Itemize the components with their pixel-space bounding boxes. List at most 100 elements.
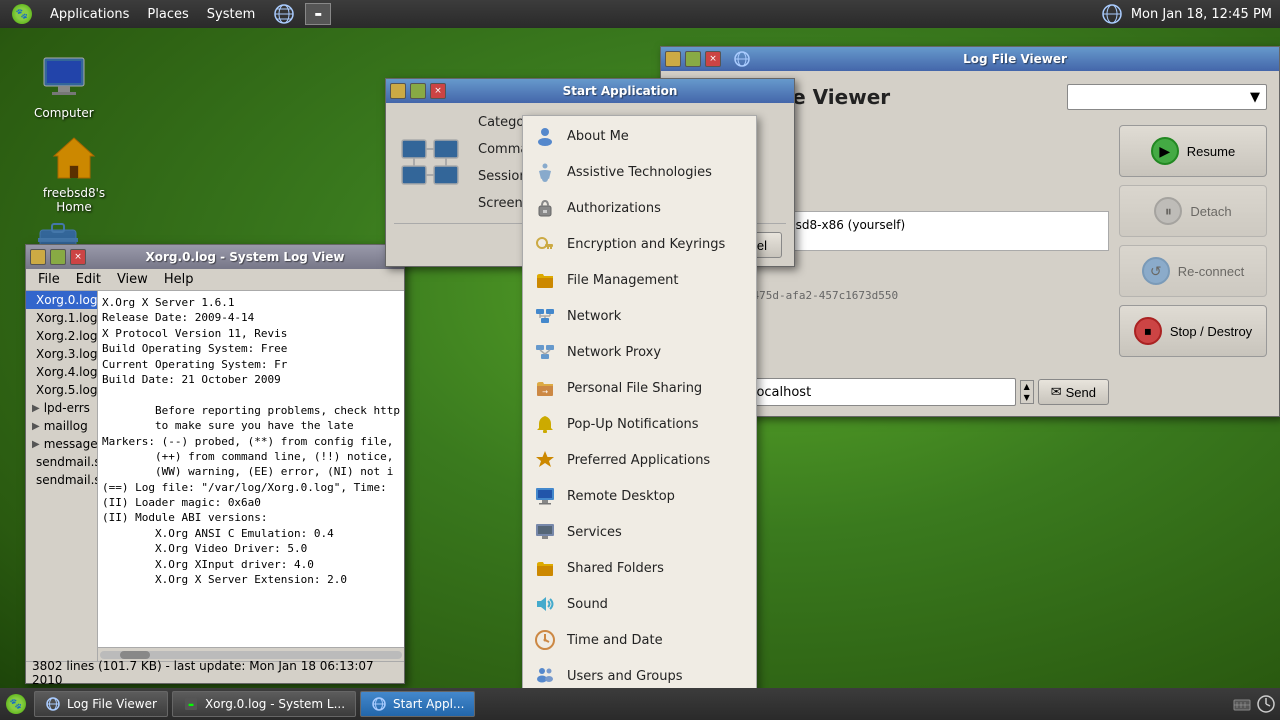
syslog-close-btn[interactable]: ×	[70, 249, 86, 265]
logfile-minimize-btn[interactable]	[665, 51, 681, 67]
menu-item-time-and-date[interactable]: Time and Date	[523, 622, 756, 658]
gnome-menu-button[interactable]: 🐾	[4, 2, 40, 26]
menu-item-shared-folders[interactable]: Shared Folders	[523, 550, 756, 586]
terminal-button[interactable]: ▬	[305, 3, 331, 25]
syslog-file-xorg5[interactable]: Xorg.5.log	[26, 381, 97, 399]
menu-item-network[interactable]: Network	[523, 298, 756, 334]
globe-icon	[273, 3, 295, 25]
menu-item-preferred-applications[interactable]: Preferred Applications	[523, 442, 756, 478]
syslog-help-menu[interactable]: Help	[156, 272, 202, 287]
syslog-status-text: 3802 lines (101.7 KB) - last update: Mon…	[32, 659, 398, 687]
logfile-close-btn[interactable]: ×	[705, 51, 721, 67]
home-desktop-icon[interactable]: freebsd8's Home	[30, 130, 118, 218]
start-app-icon-area	[398, 131, 462, 195]
start-app-icon-svg	[398, 136, 462, 190]
syslog-statusbar: 3802 lines (101.7 KB) - last update: Mon…	[26, 661, 404, 683]
start-app-title: Start Application	[450, 84, 790, 98]
menu-item-popup-notifications[interactable]: Pop-Up Notifications	[523, 406, 756, 442]
menu-item-file-management[interactable]: File Management	[523, 262, 756, 298]
menu-item-remote-desktop[interactable]: Remote Desktop	[523, 478, 756, 514]
menu-item-assistive-tech[interactable]: Assistive Technologies	[523, 154, 756, 190]
menu-item-personal-file-sharing[interactable]: → Personal File Sharing	[523, 370, 756, 406]
syslog-content: Xorg.0.log Xorg.1.log Xorg.2.log Xorg.3.…	[26, 291, 404, 661]
stop-destroy-button[interactable]: ⏹ Stop / Destroy	[1119, 305, 1267, 357]
syslog-window: × Xorg.0.log - System Log View File Edit…	[25, 244, 405, 684]
computer-icon-img	[40, 54, 88, 102]
syslog-text-content: X.Org X Server 1.6.1 Release Date: 2009-…	[98, 291, 404, 647]
time-and-date-icon	[533, 628, 557, 652]
syslog-file-xorg4[interactable]: Xorg.4.log	[26, 363, 97, 381]
personal-file-sharing-icon: →	[533, 376, 557, 400]
start-app-close-btn[interactable]: ×	[430, 83, 446, 99]
syslog-file-lpd[interactable]: ▶ lpd-errs	[26, 399, 97, 417]
menu-item-encryption[interactable]: Encryption and Keyrings	[523, 226, 756, 262]
shared-folders-icon	[533, 556, 557, 580]
menu-item-about-me[interactable]: About Me	[523, 118, 756, 154]
syslog-file-xorg3[interactable]: Xorg.3.log	[26, 345, 97, 363]
syslog-edit-menu[interactable]: Edit	[68, 272, 109, 287]
computer-desktop-icon[interactable]: Computer	[30, 50, 98, 124]
system-menu[interactable]: System	[199, 5, 263, 24]
menu-item-services[interactable]: Services	[523, 514, 756, 550]
syslog-minimize-btn[interactable]	[30, 249, 46, 265]
sound-icon	[533, 592, 557, 616]
places-menu[interactable]: Places	[139, 5, 196, 24]
logfile-spin-control[interactable]: ▲ ▼	[1020, 380, 1034, 404]
logfile-window-icon	[733, 50, 751, 68]
logfile-profile-dropdown[interactable]: ▼	[1067, 84, 1267, 110]
network-icon[interactable]	[265, 1, 303, 27]
syslog-title: Xorg.0.log - System Log View	[90, 250, 400, 264]
spin-down-icon[interactable]: ▼	[1021, 392, 1033, 403]
network-proxy-icon	[533, 340, 557, 364]
syslog-titlebar: × Xorg.0.log - System Log View	[26, 245, 404, 269]
taskbar-xorglog-btn[interactable]: ▬ Xorg.0.log - System L...	[172, 691, 356, 717]
start-app-minimize-btn[interactable]	[390, 83, 406, 99]
resume-icon: ▶	[1151, 137, 1179, 165]
top-panel-left: 🐾 Applications Places System ▬	[0, 1, 331, 27]
syslog-file-xorg1[interactable]: Xorg.1.log	[26, 309, 97, 327]
file-management-icon	[533, 268, 557, 292]
applications-menu[interactable]: Applications	[42, 5, 137, 24]
remote-desktop-icon	[533, 484, 557, 508]
syslog-file-xorg0[interactable]: Xorg.0.log	[26, 291, 97, 309]
taskbar-layout-icon[interactable]	[1232, 694, 1252, 714]
syslog-file-xorg2[interactable]: Xorg.2.log	[26, 327, 97, 345]
syslog-filelist[interactable]: Xorg.0.log Xorg.1.log Xorg.2.log Xorg.3.…	[26, 291, 98, 661]
taskbar-startapp-btn[interactable]: Start Appl...	[360, 691, 475, 717]
spin-up-icon[interactable]: ▲	[1021, 381, 1033, 392]
authorizations-icon	[533, 196, 557, 220]
keyboard-layout-icon	[1232, 694, 1252, 714]
syslog-file-menu[interactable]: File	[30, 272, 68, 287]
syslog-file-sendmail1[interactable]: sendmail.st.1	[26, 471, 97, 489]
top-panel: 🐾 Applications Places System ▬	[0, 0, 1280, 28]
syslog-file-messages[interactable]: ▶ messages	[26, 435, 97, 453]
detach-icon: ⏸	[1154, 197, 1182, 225]
syslog-file-sendmail0[interactable]: sendmail.st.0	[26, 453, 97, 471]
about-me-icon	[533, 124, 557, 148]
syslog-maximize-btn[interactable]	[50, 249, 66, 265]
services-icon	[533, 520, 557, 544]
send-button[interactable]: ✉ Send	[1038, 379, 1109, 405]
home-icon-img	[50, 134, 98, 182]
top-panel-right: Mon Jan 18, 12:45 PM	[1101, 3, 1280, 25]
logfile-maximize-btn[interactable]	[685, 51, 701, 67]
menu-item-authorizations[interactable]: Authorizations	[523, 190, 756, 226]
computer-icon-label: Computer	[34, 106, 94, 120]
menu-item-network-proxy[interactable]: Network Proxy	[523, 334, 756, 370]
detach-button[interactable]: ⏸ Detach	[1119, 185, 1267, 237]
reconnect-button[interactable]: ↺ Re-connect	[1119, 245, 1267, 297]
taskbar-gnome-icon: 🐾	[6, 694, 26, 714]
stop-icon: ⏹	[1134, 317, 1162, 345]
syslog-view-menu[interactable]: View	[109, 272, 156, 287]
taskbar-start-icon[interactable]: 🐾	[4, 692, 28, 716]
encryption-icon	[533, 232, 557, 256]
users-and-groups-icon	[533, 664, 557, 688]
taskbar-time-icon[interactable]	[1256, 694, 1276, 714]
network-status-icon	[1101, 3, 1123, 25]
start-app-maximize-btn[interactable]	[410, 83, 426, 99]
syslog-file-maillog[interactable]: ▶ maillog	[26, 417, 97, 435]
menu-item-sound[interactable]: Sound	[523, 586, 756, 622]
preferred-applications-icon	[533, 448, 557, 472]
taskbar-logviewer-btn[interactable]: Log File Viewer	[34, 691, 168, 717]
resume-button[interactable]: ▶ Resume	[1119, 125, 1267, 177]
